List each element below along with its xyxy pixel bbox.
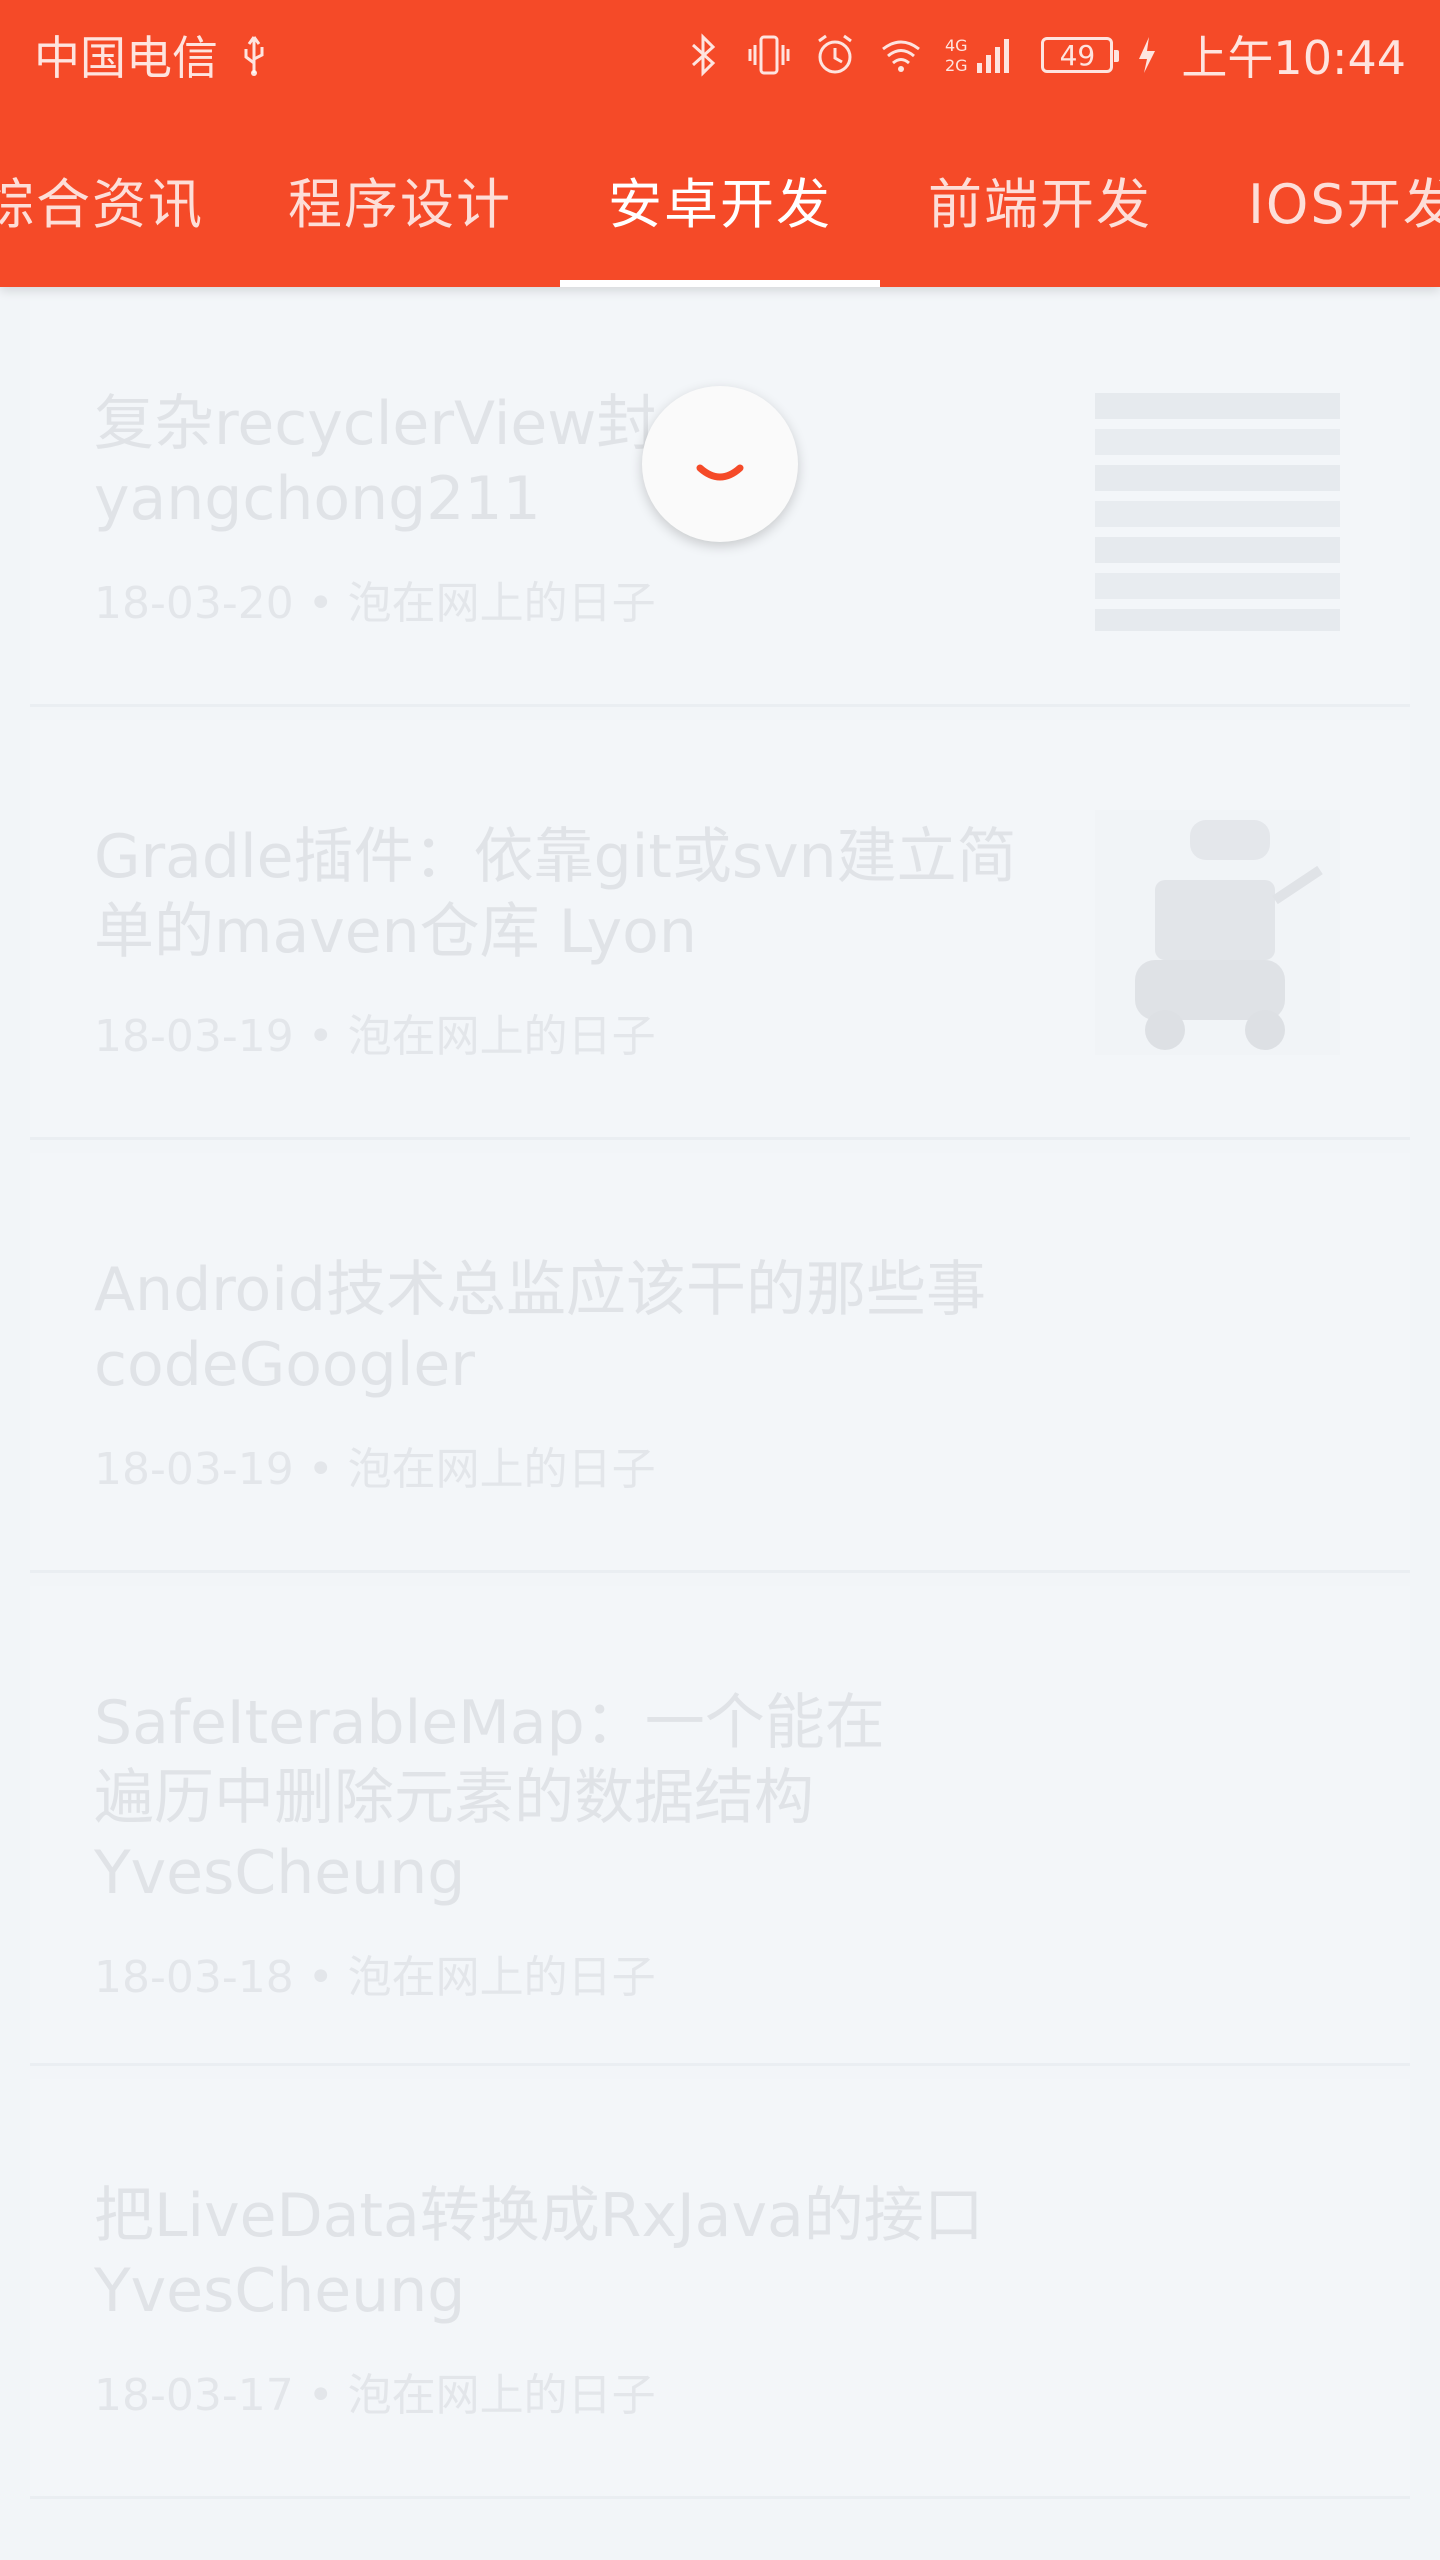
article-title: 把LiveData转换成RxJava的接口 YvesCheung <box>94 2179 984 2329</box>
refresh-spinner <box>642 386 798 542</box>
carrier-label: 中国电信 <box>34 31 218 85</box>
tab-general-news[interactable]: 综合资讯 <box>0 160 204 239</box>
list-item[interactable]: Gradle插件：依靠git或svn建立简 单的maven仓库 Lyon 18-… <box>30 720 1410 1140</box>
tab-frontend[interactable]: 前端开发 <box>928 160 1152 239</box>
article-title-line: YvesCheung <box>94 2256 466 2326</box>
app-bar: 中国电信 4G 2G 49 上午10:44 综合资讯 程序设计 安卓开发 前端开… <box>0 0 1440 287</box>
article-title-line: SafeIterableMap：一个能在 <box>94 1688 885 1758</box>
tab-android[interactable]: 安卓开发 <box>608 160 832 239</box>
article-title-line: YvesCheung <box>94 1838 466 1908</box>
svg-text:2G: 2G <box>945 56 968 75</box>
article-title: Android技术总监应该干的那些事 codeGoogler <box>94 1253 986 1403</box>
list-item[interactable]: SafeIterableMap：一个能在 遍历中删除元素的数据结构 YvesCh… <box>30 1586 1410 2066</box>
category-tabs: 综合资讯 程序设计 安卓开发 前端开发 IOS开发 <box>0 100 1440 287</box>
article-meta: 18-03-19 • 泡在网上的日子 <box>94 1444 656 1495</box>
clock: 上午10:44 <box>1181 31 1406 85</box>
article-title-line: codeGoogler <box>94 1330 475 1400</box>
tab-ios[interactable]: IOS开发 <box>1248 160 1440 239</box>
article-title: Gradle插件：依靠git或svn建立简 单的maven仓库 Lyon <box>94 820 1017 970</box>
article-title: SafeIterableMap：一个能在 遍历中删除元素的数据结构 YvesCh… <box>94 1686 885 1911</box>
list-item[interactable]: Android技术总监应该干的那些事 codeGoogler 18-03-19 … <box>30 1153 1410 1573</box>
vibrate-icon <box>748 35 790 75</box>
charging-icon <box>1139 37 1156 73</box>
tab-programming[interactable]: 程序设计 <box>288 160 512 239</box>
article-list[interactable]: 复杂recyclerView封 yangchong211 18-03-20 • … <box>0 287 1440 2560</box>
active-tab-indicator <box>560 280 880 287</box>
article-meta: 18-03-17 • 泡在网上的日子 <box>94 2370 656 2421</box>
battery-icon: 49 <box>1041 37 1120 73</box>
article-thumbnail <box>1095 810 1340 1055</box>
article-meta: 18-03-20 • 泡在网上的日子 <box>94 578 656 629</box>
usb-icon <box>244 36 264 76</box>
article-title-line: 单的maven仓库 Lyon <box>94 897 697 967</box>
article-title-line: 把LiveData转换成RxJava的接口 <box>94 2181 984 2251</box>
alarm-icon <box>818 34 853 74</box>
battery-level: 49 <box>1059 38 1096 72</box>
article-title-line: Android技术总监应该干的那些事 <box>94 1255 986 1325</box>
article-title-line: 复杂recyclerView封 <box>94 389 657 459</box>
bluetooth-icon <box>692 33 716 77</box>
article-title-line: Gradle插件：依靠git或svn建立简 <box>94 822 1017 892</box>
list-item[interactable]: 把LiveData转换成RxJava的接口 YvesCheung 18-03-1… <box>30 2079 1410 2499</box>
wifi-icon <box>882 40 921 72</box>
svg-text:4G: 4G <box>945 36 968 55</box>
signal-icon: 4G 2G <box>945 36 1010 75</box>
article-title: 复杂recyclerView封 yangchong211 <box>94 387 656 537</box>
loading-icon <box>696 464 744 481</box>
status-bar: 中国电信 4G 2G 49 上午10:44 <box>0 0 1440 100</box>
article-thumbnail <box>1095 387 1340 632</box>
article-title-line: 遍历中删除元素的数据结构 <box>94 1763 814 1833</box>
article-meta: 18-03-18 • 泡在网上的日子 <box>94 1952 656 2003</box>
article-meta: 18-03-19 • 泡在网上的日子 <box>94 1011 656 1062</box>
article-title-line: yangchong211 <box>94 464 541 534</box>
